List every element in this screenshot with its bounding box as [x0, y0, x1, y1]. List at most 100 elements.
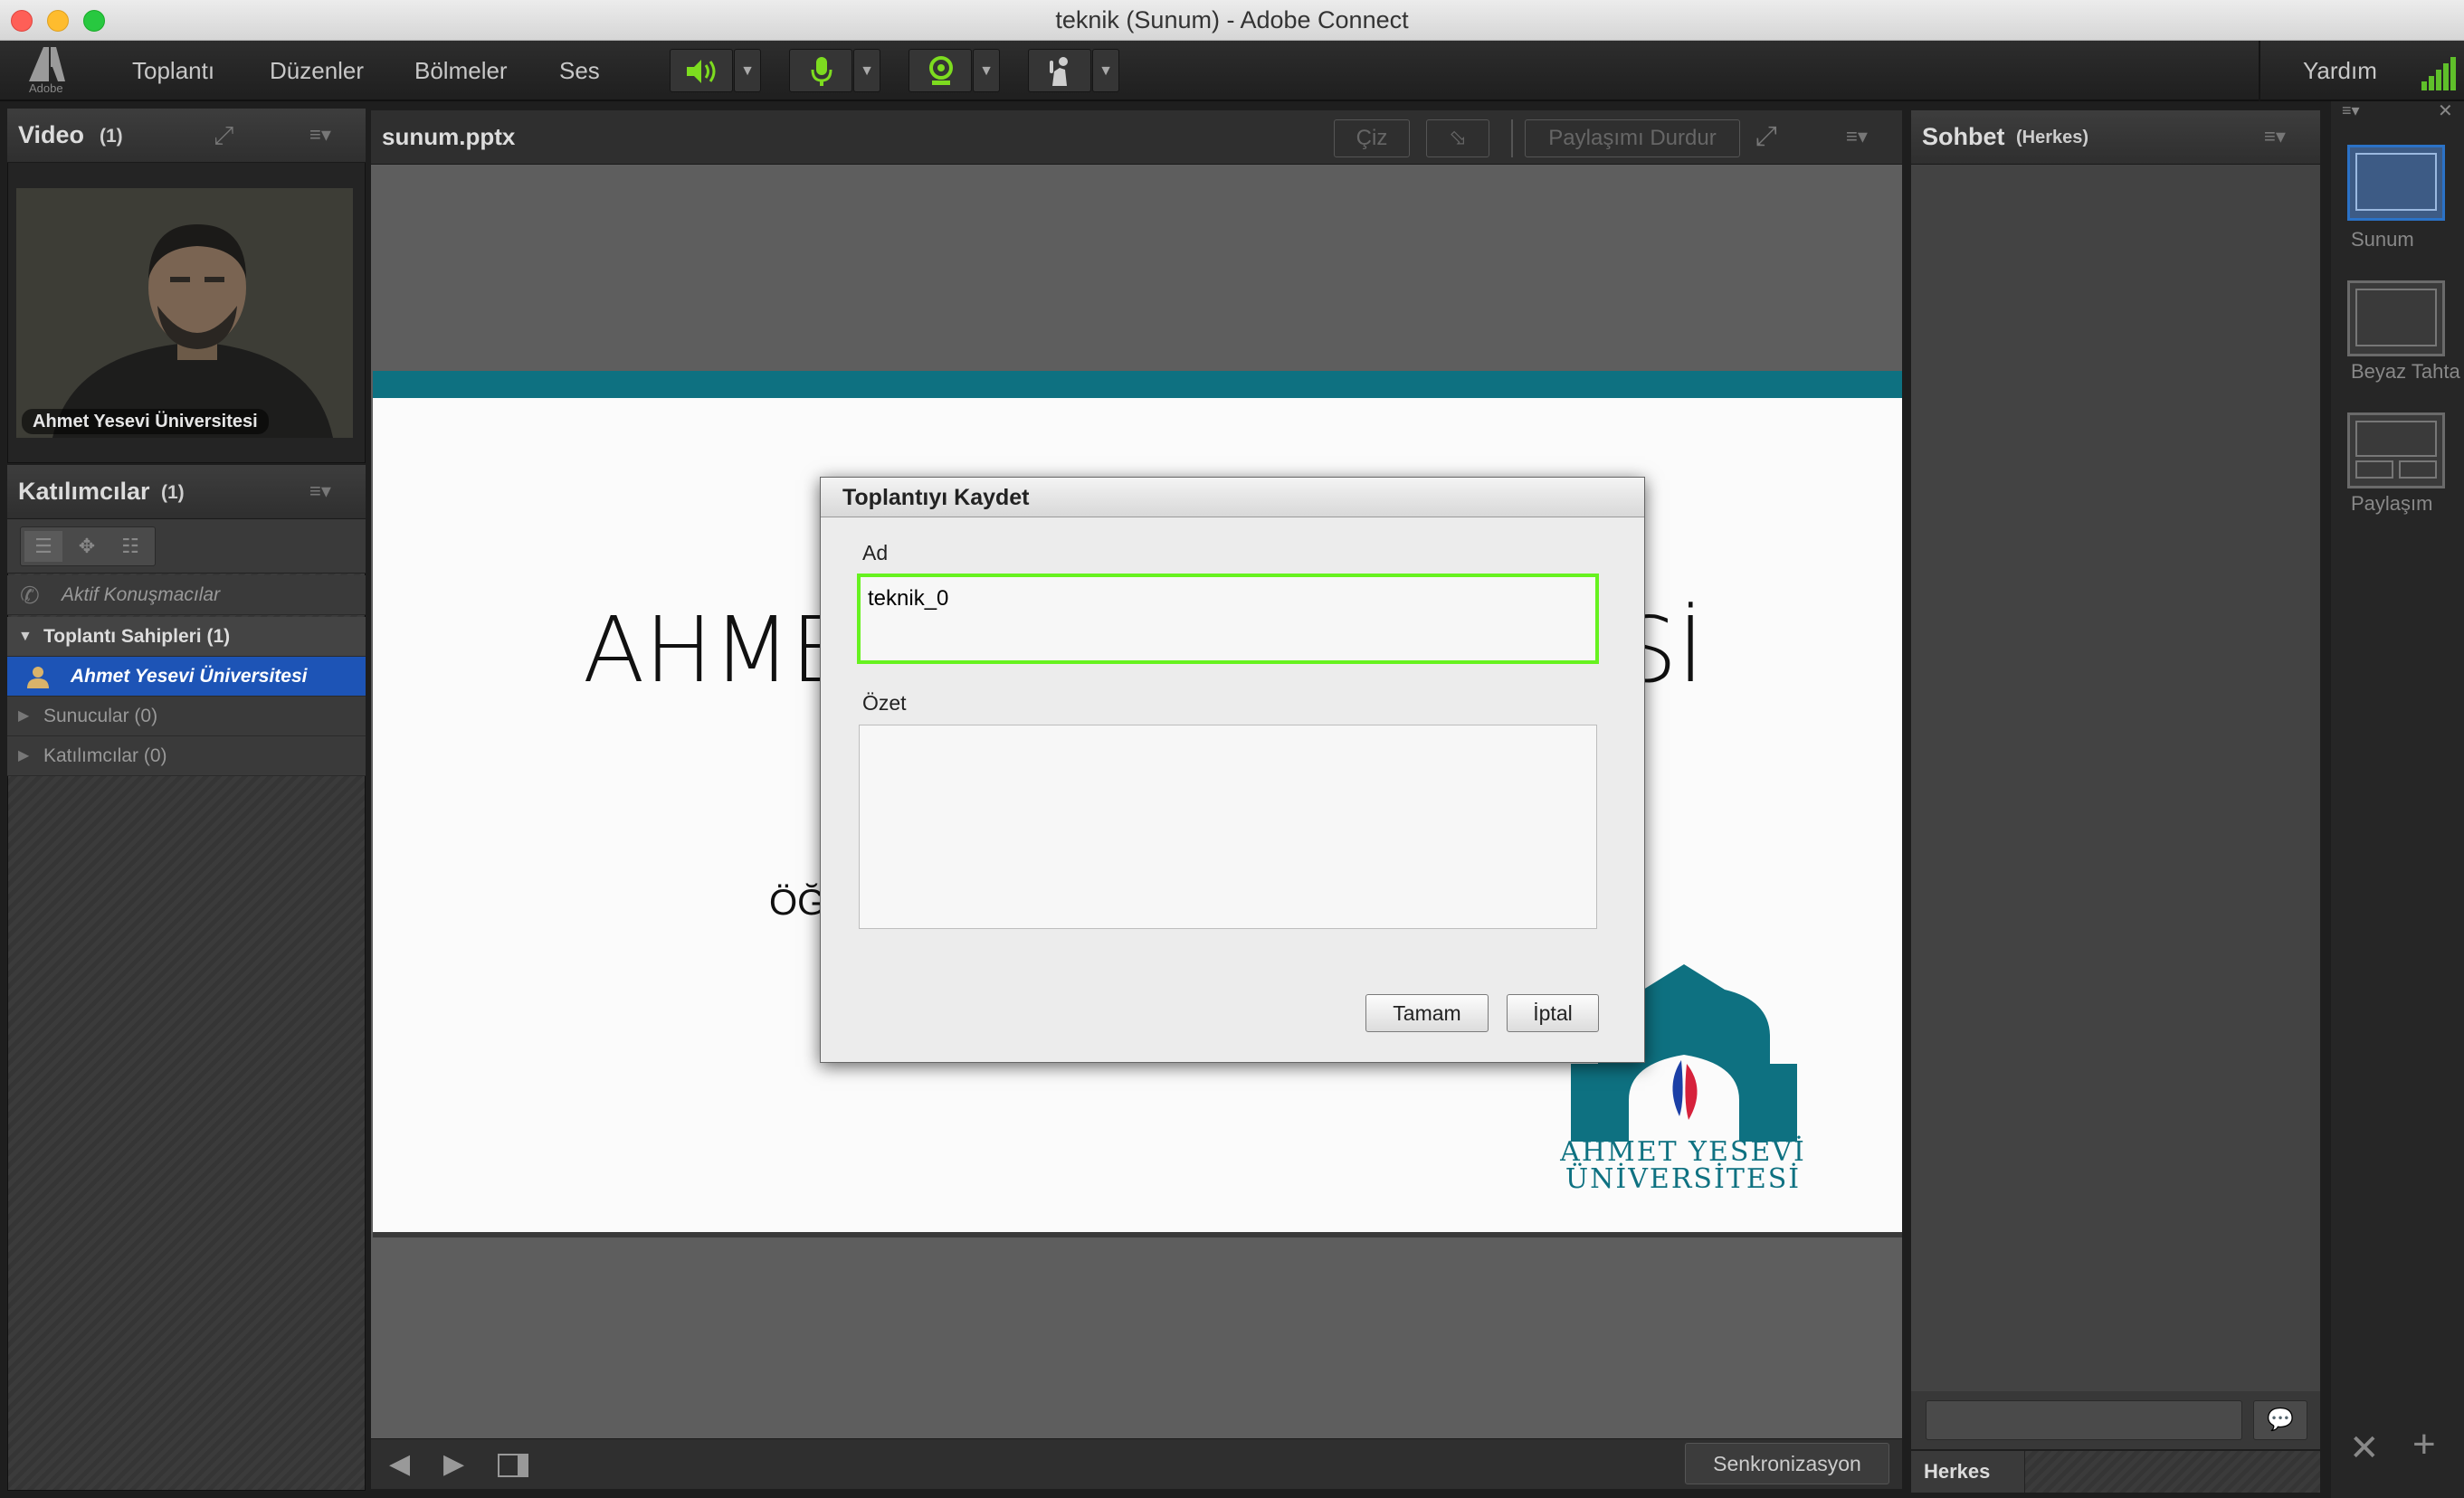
- hosts-group-row[interactable]: ▼ Toplantı Sahipleri (1): [7, 617, 366, 657]
- stop-sharing-button[interactable]: Paylaşımı Durdur: [1525, 119, 1740, 157]
- raise-hand-button[interactable]: [1028, 49, 1091, 92]
- webcam-dropdown[interactable]: ▼: [973, 49, 1000, 92]
- menu-divider: [2259, 41, 2260, 101]
- microphone-button[interactable]: [789, 49, 852, 92]
- video-participant-name: Ahmet Yesevi Üniversitesi: [22, 409, 269, 434]
- send-message-button[interactable]: 💬: [2253, 1400, 2307, 1440]
- phone-icon: ✆: [20, 582, 40, 609]
- menu-pods[interactable]: Bölmeler: [414, 41, 508, 101]
- collapsed-arrow-icon: ▶: [18, 708, 30, 724]
- next-slide-icon[interactable]: ▶: [443, 1448, 464, 1480]
- attendee-status-icon[interactable]: ☷: [111, 531, 149, 562]
- sidebar-toggle-icon[interactable]: [498, 1454, 528, 1477]
- menu-bar: [0, 41, 2464, 101]
- layout-whiteboard-label[interactable]: Beyaz Tahta: [2351, 360, 2460, 384]
- summary-field[interactable]: [859, 725, 1597, 929]
- microphone-icon: [811, 57, 832, 86]
- layout-whiteboard-thumb[interactable]: [2347, 280, 2445, 356]
- pod-menu-icon[interactable]: ≡▾: [1846, 125, 1868, 148]
- video-feed: [16, 188, 353, 438]
- hosts-group-label: Toplantı Sahipleri (1): [43, 626, 231, 647]
- share-pod-footer: ◀ ▶ Senkronizasyon: [371, 1438, 1902, 1489]
- video-pod-header: Video (1) ⤢ ≡▾: [7, 109, 366, 163]
- collapsed-arrow-icon: ▶: [18, 748, 30, 763]
- active-speakers-label: Aktif Konuşmacılar: [62, 584, 221, 605]
- list-view-icon[interactable]: ☰: [24, 531, 62, 562]
- logo-text-line2: ÜNİVERSİTESİ: [1565, 1163, 1802, 1195]
- window-title: teknik (Sunum) - Adobe Connect: [1055, 6, 1409, 33]
- attendee-row[interactable]: Ahmet Yesevi Üniversitesi: [7, 657, 366, 697]
- participants-group-row[interactable]: ▶ Katılımcılar (0): [7, 736, 366, 776]
- summary-label: Özet: [862, 691, 907, 715]
- menu-meeting[interactable]: Toplantı: [132, 41, 214, 101]
- chat-messages: [1911, 165, 2320, 1391]
- participants-group-label: Katılımcılar (0): [43, 745, 167, 766]
- chat-tabs: Herkes: [1911, 1451, 2320, 1493]
- adobe-logo-icon: [29, 47, 65, 81]
- pod-menu-icon[interactable]: ≡▾: [2264, 125, 2286, 148]
- menu-layouts[interactable]: Düzenler: [270, 41, 364, 101]
- connection-status-icon: [2421, 57, 2456, 90]
- name-field[interactable]: teknik_0: [857, 574, 1599, 664]
- adobe-logo: Adobe: [25, 45, 69, 96]
- layout-preview: [2399, 460, 2437, 479]
- attendees-view-toolbar: ☰ ✥ ☷: [7, 519, 366, 574]
- presenters-group-row[interactable]: ▶ Sunucular (0): [7, 697, 366, 736]
- breakout-view-icon[interactable]: ✥: [68, 531, 106, 562]
- attendees-pod-title: Katılımcılar: [18, 478, 150, 505]
- view-switcher: ☰ ✥ ☷: [20, 526, 156, 566]
- expanded-arrow-icon: ▼: [18, 629, 33, 644]
- slide-header-strip: [373, 371, 1902, 398]
- slide-title-left: AHME: [583, 597, 849, 703]
- pod-menu-icon[interactable]: ≡▾: [309, 479, 331, 503]
- save-meeting-dialog: Toplantıyı Kaydet Ad teknik_0 Özet Tamam…: [820, 477, 1645, 1063]
- layout-sharing-label[interactable]: Paylaşım: [2351, 492, 2432, 516]
- sync-button[interactable]: Senkronizasyon: [1685, 1443, 1889, 1484]
- video-pod-count: (1): [100, 126, 123, 147]
- speaker-dropdown[interactable]: ▼: [734, 49, 761, 92]
- person-video-image: [16, 188, 353, 438]
- toolbar-divider: [1511, 119, 1513, 157]
- raise-hand-icon: [1050, 57, 1068, 86]
- add-layout-icon[interactable]: +: [2412, 1422, 2436, 1467]
- maximize-icon[interactable]: ⤢: [214, 121, 233, 151]
- pointer-button[interactable]: ⬂: [1426, 119, 1489, 157]
- cancel-button[interactable]: İptal: [1507, 994, 1599, 1032]
- chat-input[interactable]: [1926, 1400, 2242, 1440]
- chat-input-bar: 💬: [1911, 1391, 2320, 1449]
- speaker-button[interactable]: [670, 49, 733, 92]
- ok-button[interactable]: Tamam: [1365, 994, 1489, 1032]
- layout-presentation-label[interactable]: Sunum: [2351, 228, 2414, 251]
- rail-menu-icon[interactable]: ≡▾: [2342, 101, 2360, 120]
- attendees-pod-count: (1): [161, 482, 185, 503]
- rail-close-icon[interactable]: ✕: [2438, 100, 2453, 122]
- previous-slide-icon[interactable]: ◀: [389, 1448, 410, 1480]
- layout-preview: [2355, 421, 2437, 457]
- layout-preview: [2355, 153, 2437, 211]
- active-speakers-row: ✆ Aktif Konuşmacılar: [7, 575, 366, 615]
- pod-menu-icon[interactable]: ≡▾: [309, 123, 331, 147]
- presenters-group-label: Sunucular (0): [43, 706, 158, 726]
- layout-preview: [2355, 460, 2393, 479]
- webcam-button[interactable]: [909, 49, 972, 92]
- chat-scope: (Herkes): [2016, 128, 2089, 147]
- microphone-dropdown[interactable]: ▼: [853, 49, 880, 92]
- tools-icon[interactable]: ✕: [2349, 1427, 2380, 1469]
- chat-tab-everyone[interactable]: Herkes: [1911, 1451, 2025, 1493]
- fullscreen-icon[interactable]: ⤢: [1755, 121, 1777, 152]
- draw-button[interactable]: Çiz: [1334, 119, 1410, 157]
- share-pod-header: sunum.pptx Çiz ⬂ Paylaşımı Durdur ⤢ ≡▾: [371, 110, 1902, 165]
- menu-audio[interactable]: Ses: [559, 41, 600, 101]
- layout-preview: [2355, 289, 2437, 346]
- slide-subtitle-fragment: ÖĞ: [769, 883, 826, 923]
- pointer-icon: ⬂: [1448, 126, 1468, 150]
- raise-hand-dropdown[interactable]: ▼: [1092, 49, 1119, 92]
- layout-presentation-thumb[interactable]: [2347, 145, 2445, 221]
- host-name: Ahmet Yesevi Üniversitesi: [71, 666, 308, 687]
- chat-pod-header: Sohbet (Herkes) ≡▾: [1911, 110, 2320, 165]
- layout-sharing-thumb[interactable]: [2347, 412, 2445, 488]
- host-user-icon: [27, 667, 49, 688]
- window-titlebar: teknik (Sunum) - Adobe Connect: [0, 0, 2464, 41]
- menu-help[interactable]: Yardım: [2303, 41, 2377, 101]
- video-pod-title: Video: [18, 121, 85, 148]
